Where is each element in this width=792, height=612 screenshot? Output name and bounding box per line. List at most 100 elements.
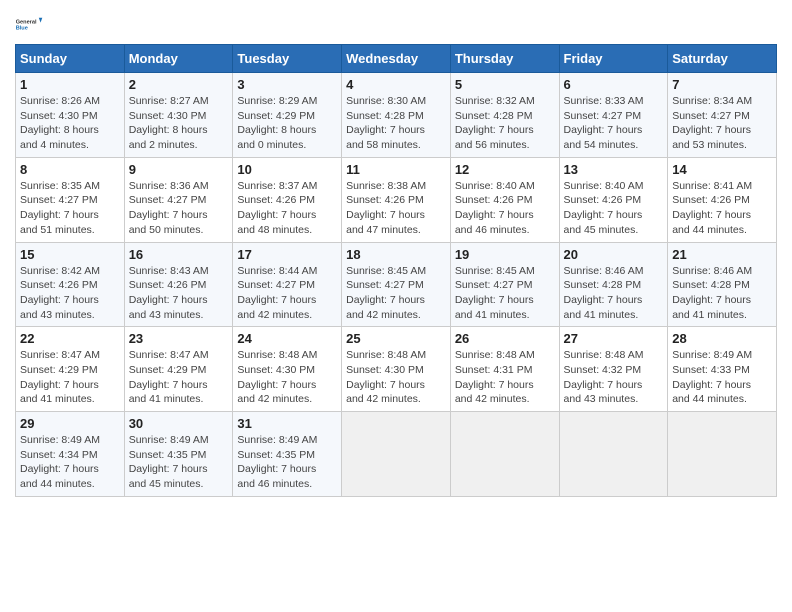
day-detail: Sunrise: 8:35 AM Sunset: 4:27 PM Dayligh… [20,179,120,238]
day-detail: Sunrise: 8:47 AM Sunset: 4:29 PM Dayligh… [20,348,120,407]
day-number: 8 [20,162,120,177]
calendar-cell: 15 Sunrise: 8:42 AM Sunset: 4:26 PM Dayli… [16,242,125,327]
logo-icon: GeneralBlue [15,10,43,38]
page-header: GeneralBlue [15,10,777,38]
column-header-saturday: Saturday [668,45,777,73]
calendar-cell: 26 Sunrise: 8:48 AM Sunset: 4:31 PM Dayli… [450,327,559,412]
day-number: 6 [564,77,664,92]
day-detail: Sunrise: 8:47 AM Sunset: 4:29 PM Dayligh… [129,348,229,407]
calendar-cell: 8 Sunrise: 8:35 AM Sunset: 4:27 PM Daylig… [16,157,125,242]
column-header-tuesday: Tuesday [233,45,342,73]
day-detail: Sunrise: 8:37 AM Sunset: 4:26 PM Dayligh… [237,179,337,238]
calendar-cell: 21 Sunrise: 8:46 AM Sunset: 4:28 PM Dayli… [668,242,777,327]
day-detail: Sunrise: 8:49 AM Sunset: 4:35 PM Dayligh… [237,433,337,492]
calendar-cell: 1 Sunrise: 8:26 AM Sunset: 4:30 PM Daylig… [16,73,125,158]
svg-text:Blue: Blue [16,26,28,32]
day-detail: Sunrise: 8:27 AM Sunset: 4:30 PM Dayligh… [129,94,229,153]
day-detail: Sunrise: 8:48 AM Sunset: 4:32 PM Dayligh… [564,348,664,407]
day-number: 7 [672,77,772,92]
calendar-table: SundayMondayTuesdayWednesdayThursdayFrid… [15,44,777,497]
calendar-cell: 14Sunrise: 8:41 AM Sunset: 4:26 PM Dayli… [668,157,777,242]
calendar-cell: 10 Sunrise: 8:37 AM Sunset: 4:26 PM Dayli… [233,157,342,242]
calendar-cell: 29 Sunrise: 8:49 AM Sunset: 4:34 PM Dayli… [16,412,125,497]
calendar-cell: 18 Sunrise: 8:45 AM Sunset: 4:27 PM Dayli… [342,242,451,327]
calendar-week-row: 22 Sunrise: 8:47 AM Sunset: 4:29 PM Dayli… [16,327,777,412]
calendar-cell: 22 Sunrise: 8:47 AM Sunset: 4:29 PM Dayli… [16,327,125,412]
day-detail: Sunrise: 8:48 AM Sunset: 4:30 PM Dayligh… [237,348,337,407]
calendar-cell: 12 Sunrise: 8:40 AM Sunset: 4:26 PM Dayli… [450,157,559,242]
day-number: 24 [237,331,337,346]
day-detail: Sunrise: 8:46 AM Sunset: 4:28 PM Dayligh… [672,264,772,323]
day-detail: Sunrise: 8:48 AM Sunset: 4:31 PM Dayligh… [455,348,555,407]
calendar-cell: 23 Sunrise: 8:47 AM Sunset: 4:29 PM Dayli… [124,327,233,412]
day-number: 22 [20,331,120,346]
calendar-cell: 4Sunrise: 8:30 AM Sunset: 4:28 PM Daylig… [342,73,451,158]
calendar-cell: 28 Sunrise: 8:49 AM Sunset: 4:33 PM Dayli… [668,327,777,412]
day-number: 29 [20,416,120,431]
calendar-header-row: SundayMondayTuesdayWednesdayThursdayFrid… [16,45,777,73]
day-detail: Sunrise: 8:42 AM Sunset: 4:26 PM Dayligh… [20,264,120,323]
calendar-week-row: 8 Sunrise: 8:35 AM Sunset: 4:27 PM Daylig… [16,157,777,242]
day-detail: Sunrise: 8:43 AM Sunset: 4:26 PM Dayligh… [129,264,229,323]
day-number: 31 [237,416,337,431]
day-detail: Sunrise: 8:29 AM Sunset: 4:29 PM Dayligh… [237,94,337,153]
calendar-week-row: 29 Sunrise: 8:49 AM Sunset: 4:34 PM Dayli… [16,412,777,497]
calendar-cell: 30Sunrise: 8:49 AM Sunset: 4:35 PM Dayli… [124,412,233,497]
day-detail: Sunrise: 8:40 AM Sunset: 4:26 PM Dayligh… [455,179,555,238]
day-number: 10 [237,162,337,177]
calendar-cell: 20Sunrise: 8:46 AM Sunset: 4:28 PM Dayli… [559,242,668,327]
calendar-cell: 19Sunrise: 8:45 AM Sunset: 4:27 PM Dayli… [450,242,559,327]
day-number: 26 [455,331,555,346]
day-number: 1 [20,77,120,92]
calendar-cell [450,412,559,497]
day-detail: Sunrise: 8:46 AM Sunset: 4:28 PM Dayligh… [564,264,664,323]
calendar-cell: 17 Sunrise: 8:44 AM Sunset: 4:27 PM Dayli… [233,242,342,327]
day-detail: Sunrise: 8:40 AM Sunset: 4:26 PM Dayligh… [564,179,664,238]
day-detail: Sunrise: 8:33 AM Sunset: 4:27 PM Dayligh… [564,94,664,153]
day-detail: Sunrise: 8:32 AM Sunset: 4:28 PM Dayligh… [455,94,555,153]
calendar-cell: 2 Sunrise: 8:27 AM Sunset: 4:30 PM Daylig… [124,73,233,158]
calendar-cell: 25Sunrise: 8:48 AM Sunset: 4:30 PM Dayli… [342,327,451,412]
day-number: 25 [346,331,446,346]
day-detail: Sunrise: 8:45 AM Sunset: 4:27 PM Dayligh… [346,264,446,323]
calendar-cell: 31 Sunrise: 8:49 AM Sunset: 4:35 PM Dayli… [233,412,342,497]
column-header-thursday: Thursday [450,45,559,73]
day-number: 11 [346,162,446,177]
day-number: 2 [129,77,229,92]
svg-text:General: General [16,19,37,25]
day-detail: Sunrise: 8:49 AM Sunset: 4:34 PM Dayligh… [20,433,120,492]
calendar-cell: 7 Sunrise: 8:34 AM Sunset: 4:27 PM Daylig… [668,73,777,158]
calendar-cell: 9Sunrise: 8:36 AM Sunset: 4:27 PM Daylig… [124,157,233,242]
day-number: 27 [564,331,664,346]
calendar-cell [342,412,451,497]
day-number: 28 [672,331,772,346]
day-number: 12 [455,162,555,177]
day-number: 19 [455,247,555,262]
logo: GeneralBlue [15,10,43,38]
calendar-week-row: 15 Sunrise: 8:42 AM Sunset: 4:26 PM Dayli… [16,242,777,327]
day-detail: Sunrise: 8:49 AM Sunset: 4:33 PM Dayligh… [672,348,772,407]
column-header-wednesday: Wednesday [342,45,451,73]
calendar-cell [668,412,777,497]
day-number: 13 [564,162,664,177]
day-number: 17 [237,247,337,262]
column-header-friday: Friday [559,45,668,73]
day-detail: Sunrise: 8:44 AM Sunset: 4:27 PM Dayligh… [237,264,337,323]
day-number: 15 [20,247,120,262]
calendar-cell: 13 Sunrise: 8:40 AM Sunset: 4:26 PM Dayli… [559,157,668,242]
day-number: 23 [129,331,229,346]
calendar-week-row: 1 Sunrise: 8:26 AM Sunset: 4:30 PM Daylig… [16,73,777,158]
day-detail: Sunrise: 8:34 AM Sunset: 4:27 PM Dayligh… [672,94,772,153]
day-detail: Sunrise: 8:26 AM Sunset: 4:30 PM Dayligh… [20,94,120,153]
day-number: 18 [346,247,446,262]
day-number: 30 [129,416,229,431]
day-detail: Sunrise: 8:30 AM Sunset: 4:28 PM Dayligh… [346,94,446,153]
calendar-cell: 27 Sunrise: 8:48 AM Sunset: 4:32 PM Dayli… [559,327,668,412]
column-header-monday: Monday [124,45,233,73]
day-number: 16 [129,247,229,262]
day-number: 3 [237,77,337,92]
day-number: 21 [672,247,772,262]
day-detail: Sunrise: 8:36 AM Sunset: 4:27 PM Dayligh… [129,179,229,238]
calendar-cell: 3 Sunrise: 8:29 AM Sunset: 4:29 PM Daylig… [233,73,342,158]
calendar-cell: 5Sunrise: 8:32 AM Sunset: 4:28 PM Daylig… [450,73,559,158]
